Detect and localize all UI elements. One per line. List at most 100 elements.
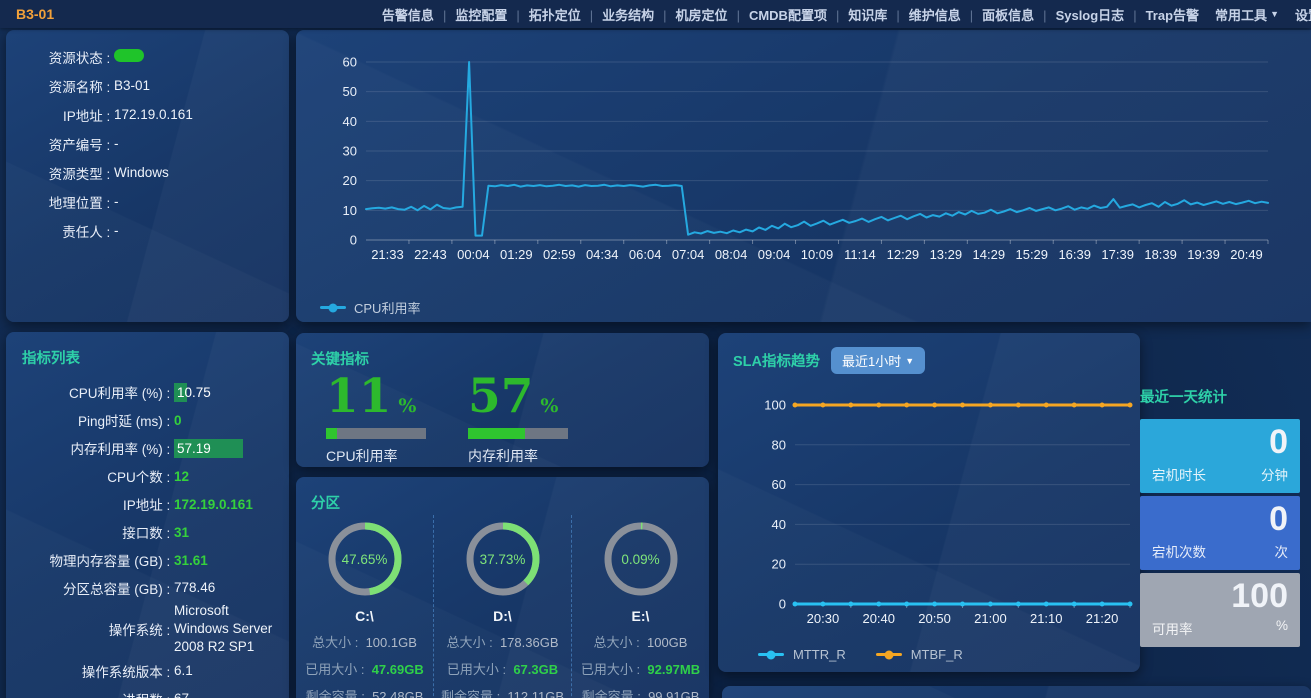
svg-text:18:39: 18:39 bbox=[1144, 247, 1177, 262]
info-row-name: 资源名称 B3-01 bbox=[6, 71, 289, 100]
metric-row-physical-memory: 物理内存容量 (GB) 31.61 bbox=[6, 546, 281, 574]
info-label: 地理位置 bbox=[6, 192, 114, 212]
svg-text:21:33: 21:33 bbox=[371, 247, 404, 262]
metric-value: 10.75 bbox=[174, 383, 214, 402]
nav-item-knowledge-base[interactable]: 知识库 bbox=[827, 5, 887, 24]
nav-item-topology-locate[interactable]: 拓扑定位 bbox=[507, 5, 580, 24]
metric-label: 操作系统版本 bbox=[6, 661, 174, 681]
metric-list-panel: 指标列表 CPU利用率 (%) 10.75 Ping时延 (ms) 0 内存利用… bbox=[6, 332, 289, 698]
info-value: B3-01 bbox=[114, 78, 150, 93]
partition-free: 剩余容量112.11GB bbox=[434, 686, 571, 698]
partition-free: 剩余容量99.91GB bbox=[572, 686, 709, 698]
svg-text:80: 80 bbox=[772, 437, 786, 452]
info-row-location: 地理位置 - bbox=[6, 187, 289, 216]
metric-label: 操作系统 bbox=[6, 619, 174, 639]
legend-label: MTTR_R bbox=[793, 647, 846, 662]
info-label: 资产编号 bbox=[6, 134, 114, 154]
partition-total: 总大小100.1GB bbox=[296, 632, 433, 651]
stat-bottom-row: 宕机次数 次 bbox=[1152, 541, 1288, 561]
status-ok-pill bbox=[114, 49, 144, 62]
key-metrics-panel: 关键指标 11 % CPU利用率 57 % 内存利用率 bbox=[296, 333, 709, 467]
sla-trend-panel: SLA指标趋势 最近1小时 ▼ 02040608010020:3020:4020… bbox=[718, 333, 1140, 672]
stat-card-availability: 100 可用率 % bbox=[1140, 573, 1300, 647]
nav-item-settings[interactable]: 设置 bbox=[1295, 5, 1311, 24]
partition-c: 47.65% C:\ 总大小100.1GB 已用大小47.69GB 剩余容量52… bbox=[296, 515, 433, 698]
info-row-status: 资源状态 bbox=[6, 42, 289, 71]
svg-text:60: 60 bbox=[772, 477, 786, 492]
stat-value: 0 bbox=[1152, 502, 1288, 536]
partition-used: 已用大小47.69GB bbox=[296, 659, 433, 678]
svg-text:40: 40 bbox=[343, 114, 357, 129]
donut-gauge: 47.65% bbox=[325, 519, 405, 599]
info-label: 资源状态 bbox=[6, 47, 114, 67]
cpu-utilization-chart: 010203040506021:3322:4300:0401:2902:5904… bbox=[296, 30, 1311, 322]
time-range-dropdown[interactable]: 最近1小时 ▼ bbox=[831, 347, 925, 374]
donut-percent-label: 47.65% bbox=[325, 519, 405, 599]
stat-bottom-row: 宕机时长 分钟 bbox=[1152, 464, 1288, 484]
metric-label: 内存利用率 (%) bbox=[6, 438, 174, 458]
stat-unit: % bbox=[1276, 618, 1288, 638]
svg-text:01:29: 01:29 bbox=[500, 247, 533, 262]
nav-item-cmdb-items[interactable]: CMDB配置项 bbox=[728, 5, 827, 24]
svg-text:11:14: 11:14 bbox=[844, 247, 876, 262]
legend-label: MTBF_R bbox=[911, 647, 963, 662]
metric-value: 6.1 bbox=[174, 662, 193, 680]
svg-text:21:20: 21:20 bbox=[1086, 611, 1119, 626]
svg-text:40: 40 bbox=[772, 517, 786, 532]
resource-tag[interactable]: B3-01 bbox=[16, 6, 54, 22]
svg-text:04:34: 04:34 bbox=[586, 247, 619, 262]
next-panel-sliver bbox=[722, 686, 1311, 698]
svg-text:14:29: 14:29 bbox=[973, 247, 1006, 262]
info-row-type: 资源类型 Windows bbox=[6, 158, 289, 187]
partition-free: 剩余容量52.48GB bbox=[296, 686, 433, 698]
nav-item-business-structure[interactable]: 业务结构 bbox=[581, 5, 654, 24]
nav-item-trap-alarm[interactable]: Trap告警 bbox=[1124, 5, 1199, 24]
svg-text:07:04: 07:04 bbox=[672, 247, 705, 262]
nav-item-alarm-info[interactable]: 告警信息 bbox=[382, 5, 434, 24]
info-value: Windows bbox=[114, 165, 169, 180]
svg-text:20:30: 20:30 bbox=[807, 611, 840, 626]
nav-item-room-locate[interactable]: 机房定位 bbox=[654, 5, 727, 24]
key-metric-progressbar bbox=[326, 428, 426, 439]
metric-row-os-version: 操作系统版本 6.1 bbox=[6, 657, 281, 685]
metric-value: 172.19.0.161 bbox=[174, 497, 253, 512]
metric-value: 31.61 bbox=[174, 553, 208, 568]
metric-row-memory: 内存利用率 (%) 57.19 bbox=[6, 434, 281, 462]
donut-percent-label: 0.09% bbox=[601, 519, 681, 599]
key-metric-number: 57 % bbox=[468, 373, 568, 420]
key-metric-value: 57 bbox=[468, 373, 533, 420]
partition-name: D:\ bbox=[434, 608, 571, 624]
info-value: - bbox=[114, 194, 119, 209]
panel-title: 分区 bbox=[311, 492, 340, 513]
nav-item-syslog[interactable]: Syslog日志 bbox=[1034, 5, 1124, 24]
cpu-legend-item[interactable]: CPU利用率 bbox=[320, 298, 420, 317]
stat-bottom-row: 可用率 % bbox=[1152, 618, 1288, 638]
key-metric-cpu: 11 % CPU利用率 bbox=[326, 373, 426, 466]
metric-row-partition-total: 分区总容量 (GB) 778.46 bbox=[6, 574, 281, 602]
nav-item-common-tools[interactable]: 常用工具 ▼ bbox=[1215, 5, 1279, 24]
nav-item-monitor-config[interactable]: 监控配置 bbox=[434, 5, 507, 24]
nav-group: 告警信息 监控配置 拓扑定位 业务结构 机房定位 CMDB配置项 知识库 维护信… bbox=[382, 5, 1199, 24]
legend-line-dot-icon bbox=[758, 653, 784, 656]
metric-row-interfaces: 接口数 31 bbox=[6, 518, 281, 546]
metric-rows: CPU利用率 (%) 10.75 Ping时延 (ms) 0 内存利用率 (%)… bbox=[6, 378, 281, 698]
key-metric-unit: % bbox=[540, 395, 558, 417]
metric-row-cpu: CPU利用率 (%) 10.75 bbox=[6, 378, 281, 406]
key-metric-progressbar bbox=[468, 428, 568, 439]
metric-label: CPU利用率 (%) bbox=[6, 382, 174, 402]
time-range-label: 最近1小时 bbox=[842, 351, 901, 370]
donut-gauge: 0.09% bbox=[601, 519, 681, 599]
legend-label: CPU利用率 bbox=[354, 298, 420, 317]
metric-value: Microsoft Windows Server 2008 R2 SP1 bbox=[174, 602, 281, 657]
progress-fill bbox=[326, 428, 337, 439]
svg-text:00:04: 00:04 bbox=[457, 247, 490, 262]
legend-item-mttr[interactable]: MTTR_R bbox=[758, 647, 846, 662]
key-metric-unit: % bbox=[398, 395, 416, 417]
metric-label: 分区总容量 (GB) bbox=[6, 578, 174, 598]
legend-item-mtbf[interactable]: MTBF_R bbox=[876, 647, 963, 662]
nav-item-panel-info[interactable]: 面板信息 bbox=[961, 5, 1034, 24]
key-metric-blocks: 11 % CPU利用率 57 % 内存利用率 bbox=[326, 373, 568, 466]
metric-row-cpu-count: CPU个数 12 bbox=[6, 462, 281, 490]
partition-e: 0.09% E:\ 总大小100GB 已用大小92.97MB 剩余容量99.91… bbox=[571, 515, 709, 698]
nav-item-maintenance-info[interactable]: 维护信息 bbox=[887, 5, 960, 24]
